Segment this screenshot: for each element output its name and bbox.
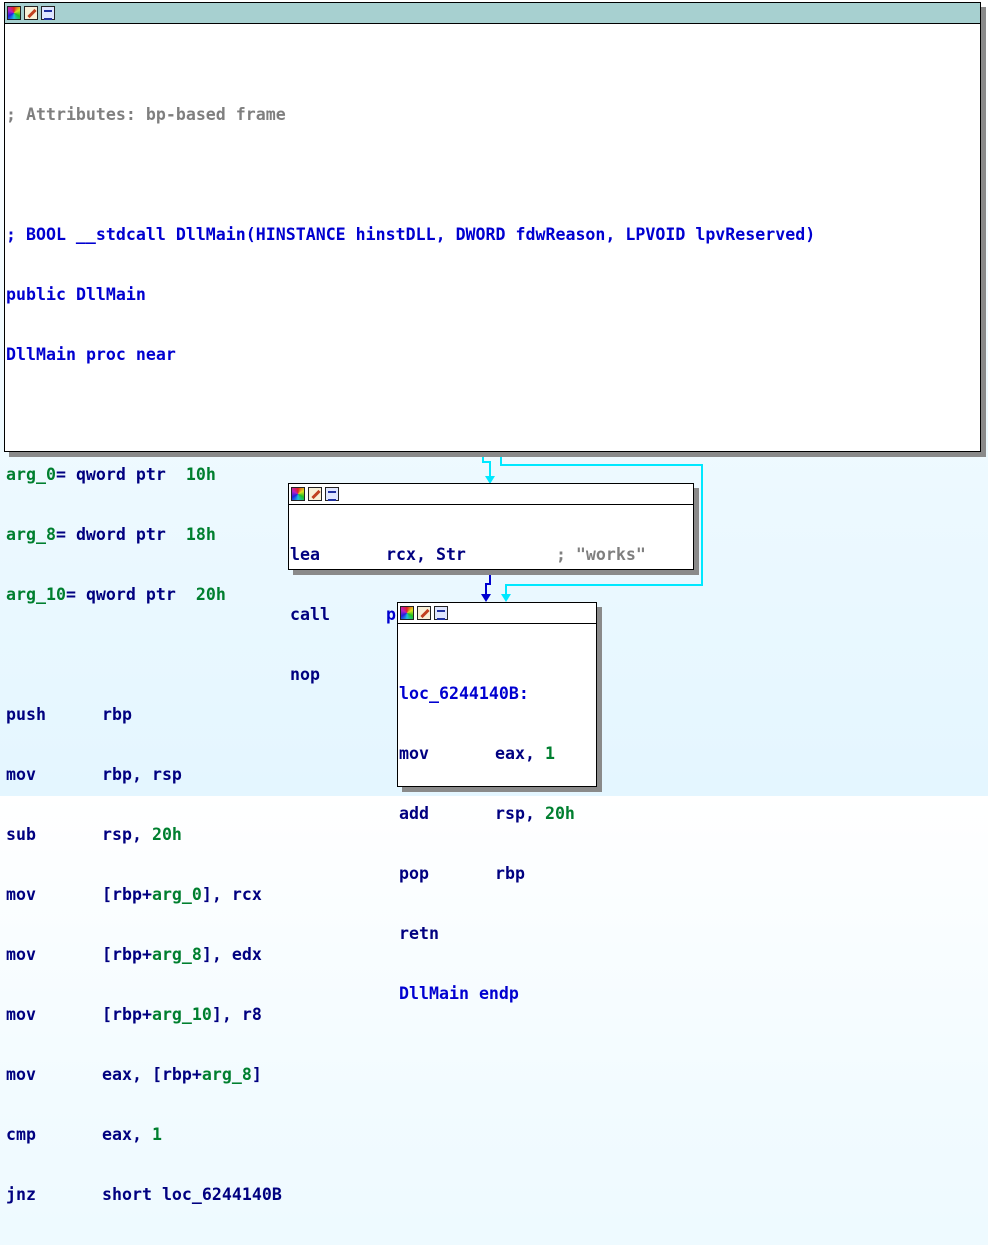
graph-node-loc-6244140b[interactable]: loc_6244140B: mov eax, 1 add rsp, 20h pop r… bbox=[397, 602, 597, 1003]
edit-node-icon[interactable] bbox=[417, 606, 431, 620]
node-titlebar[interactable] bbox=[289, 484, 693, 505]
edit-node-icon[interactable] bbox=[24, 6, 38, 20]
graph-node-dllmain[interactable]: ; Attributes: bp-based frame ; BOOL __st… bbox=[4, 2, 981, 1204]
function-prototype-comment: ; BOOL __stdcall DllMain(HINSTANCE hinst… bbox=[6, 225, 816, 244]
disassembly-text[interactable]: loc_6244140B: mov eax, 1 add rsp, 20h pop r… bbox=[399, 644, 575, 1044]
instruction-line[interactable]: cmp eax, 1 bbox=[6, 1125, 815, 1145]
node-titlebar[interactable] bbox=[398, 603, 596, 624]
instruction-line[interactable]: jnz short loc_6244140B bbox=[6, 1185, 815, 1205]
function-name[interactable]: DllMain bbox=[6, 345, 76, 364]
instruction-line[interactable]: retn bbox=[399, 924, 575, 944]
graph-color-icon[interactable] bbox=[7, 6, 21, 20]
text-view-icon[interactable] bbox=[434, 606, 448, 620]
instruction-line[interactable]: lea rcx, Str; "works" bbox=[290, 545, 646, 565]
instruction-line[interactable]: pop rbp bbox=[399, 864, 575, 884]
text-view-icon[interactable] bbox=[325, 487, 339, 501]
graph-node-call-puts[interactable]: learcx, Str; "works" callputs nop bbox=[288, 483, 694, 684]
function-name[interactable]: DllMain bbox=[76, 285, 146, 304]
node-titlebar[interactable] bbox=[5, 3, 980, 24]
string-comment: ; "works" bbox=[555, 545, 646, 564]
graph-color-icon[interactable] bbox=[291, 487, 305, 501]
edit-node-icon[interactable] bbox=[308, 487, 322, 501]
text-view-icon[interactable] bbox=[41, 6, 55, 20]
proc-declaration: DllMain proc near bbox=[6, 345, 176, 364]
instruction-line[interactable]: mov eax, 1 bbox=[399, 744, 575, 764]
instruction-line[interactable]: mov eax, [rbp+arg_8] bbox=[6, 1065, 815, 1085]
location-label[interactable]: loc_6244140B: bbox=[399, 684, 575, 704]
graph-color-icon[interactable] bbox=[400, 606, 414, 620]
instruction-line[interactable]: add rsp, 20h bbox=[399, 804, 575, 824]
arg-definition[interactable]: arg_0= qword ptr 10h bbox=[6, 465, 815, 485]
endp-declaration: DllMain endp bbox=[399, 984, 519, 1003]
public-declaration: public DllMain bbox=[6, 285, 146, 304]
attributes-comment: ; Attributes: bp-based frame bbox=[6, 105, 286, 124]
